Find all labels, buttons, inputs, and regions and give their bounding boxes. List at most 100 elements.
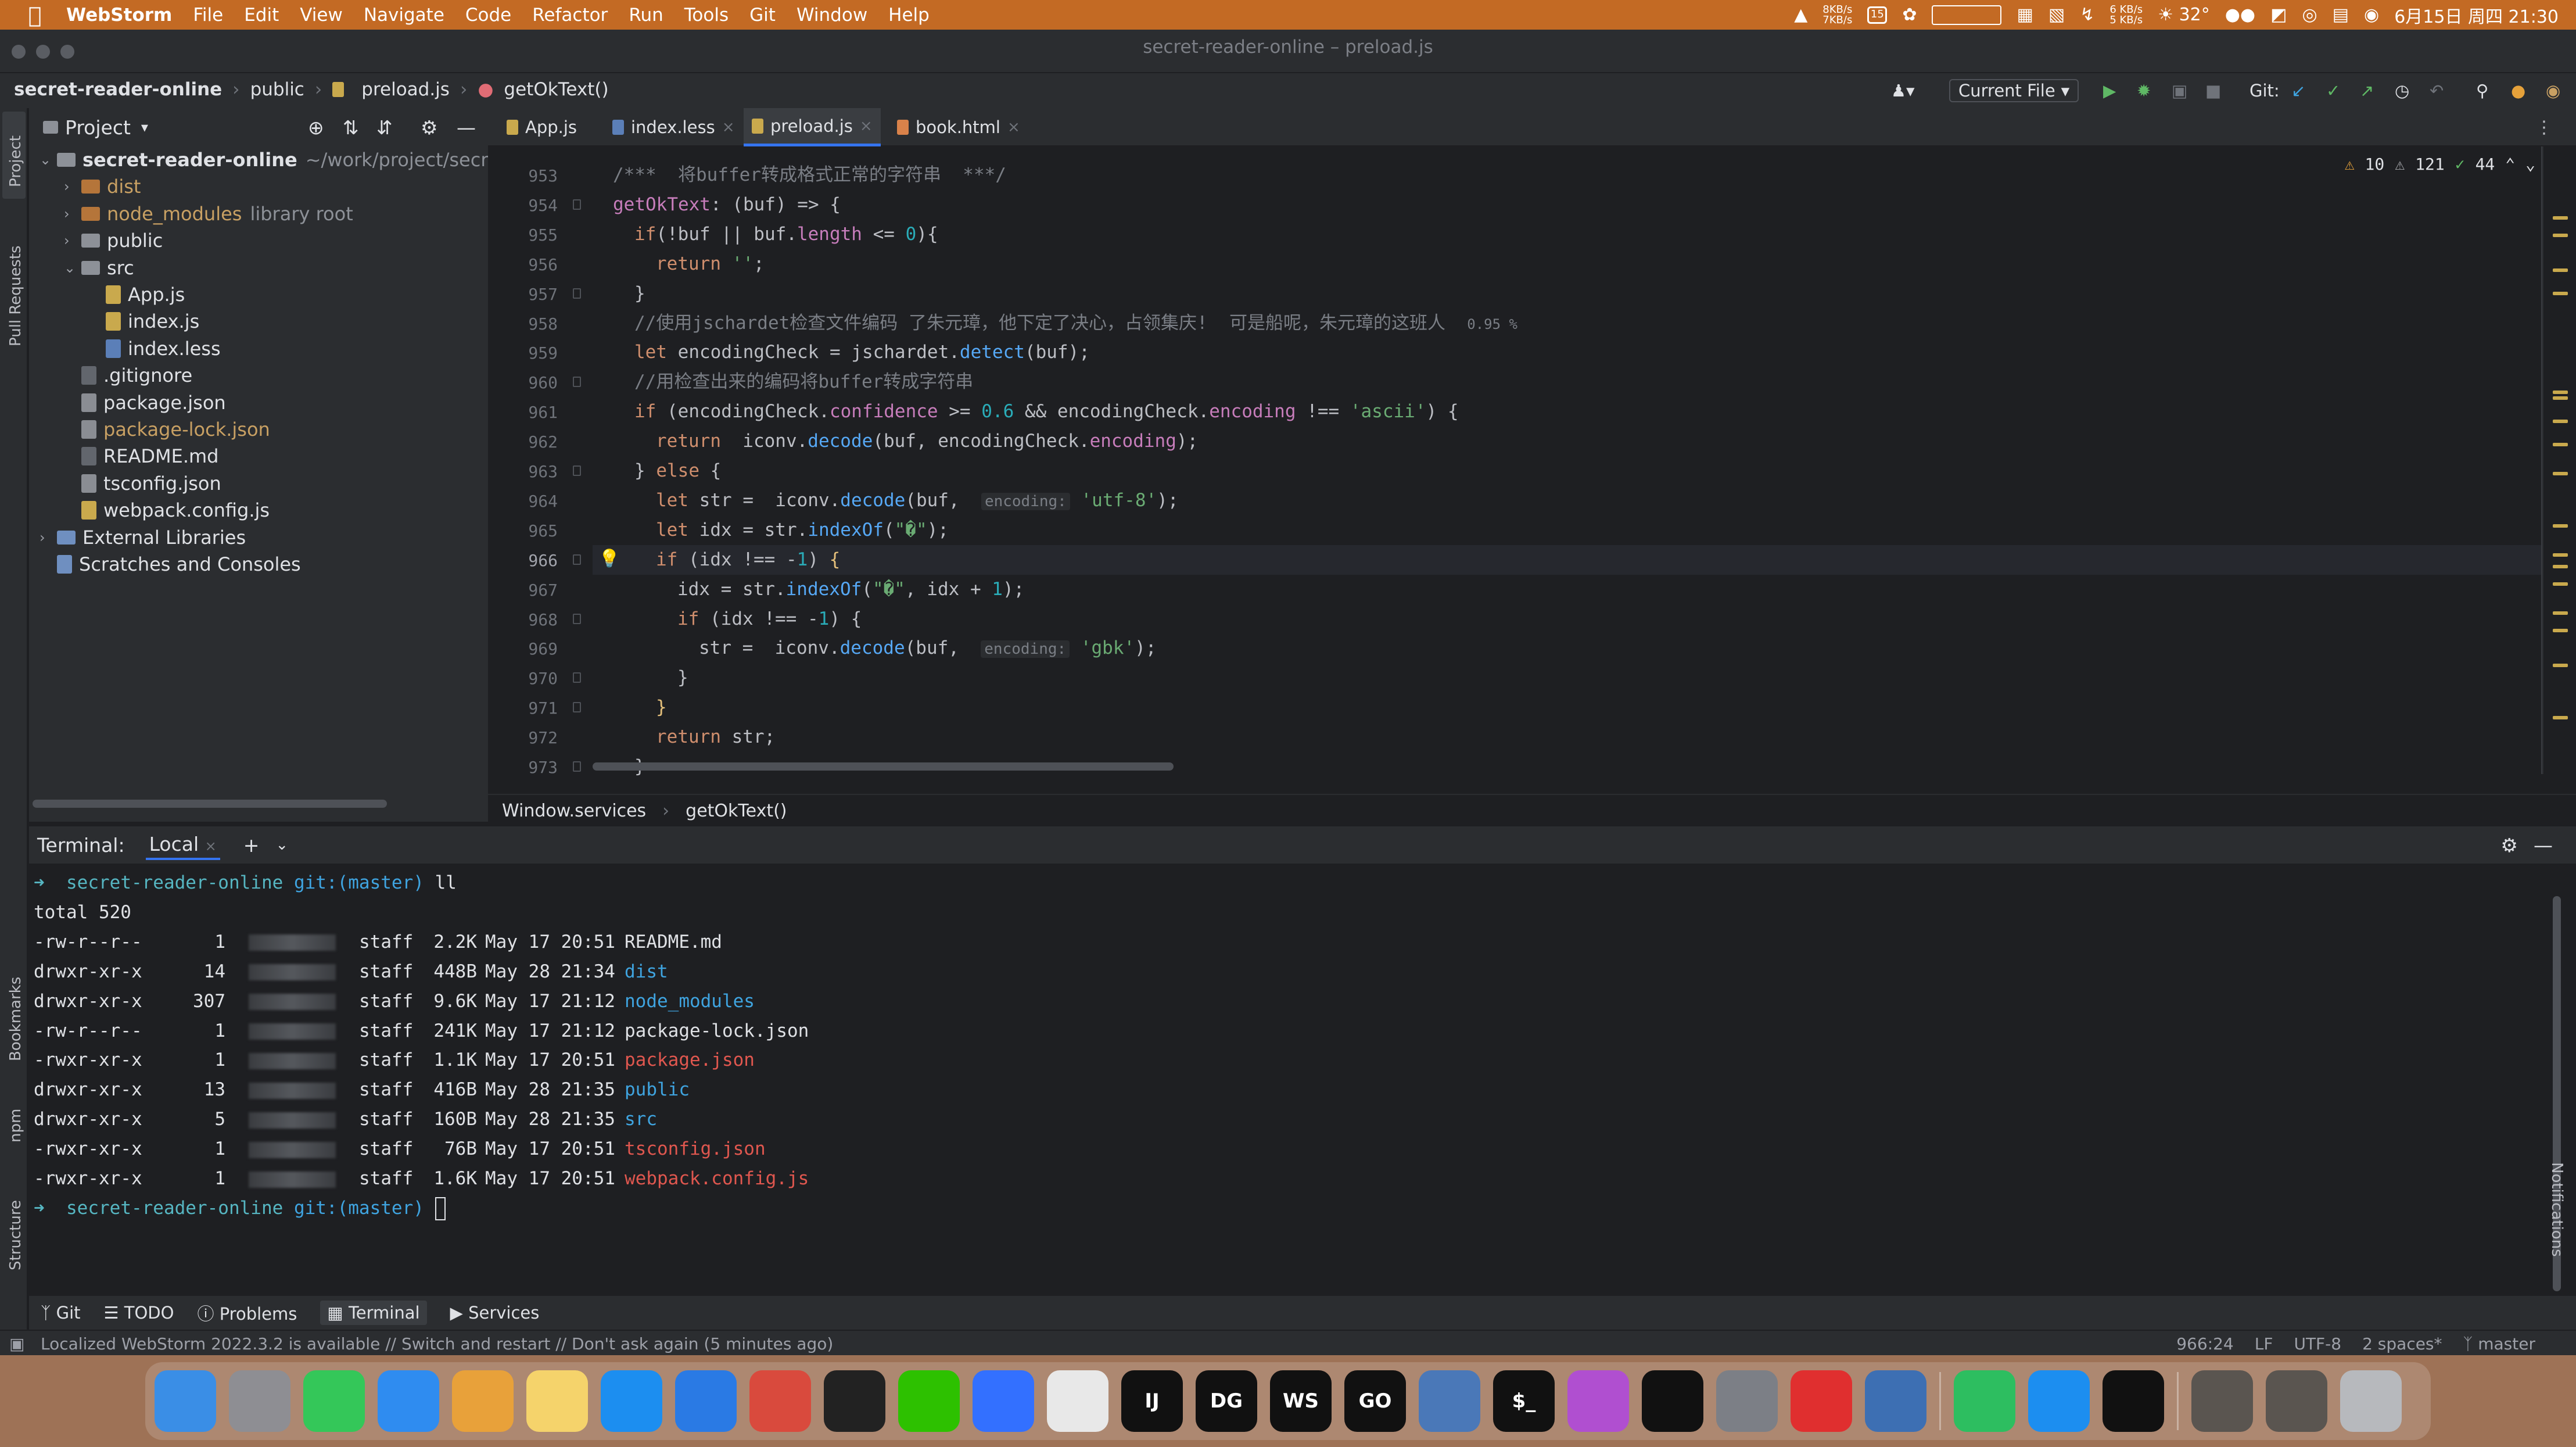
fold-marker-icon[interactable]	[573, 554, 581, 565]
warning-stripe-mark[interactable]	[2553, 611, 2568, 615]
warning-stripe-mark[interactable]	[2553, 524, 2568, 528]
line-separator[interactable]: LF	[2255, 1334, 2273, 1353]
daisy-icon[interactable]	[1567, 1370, 1629, 1432]
weather-temp[interactable]: ☀ 32°	[2158, 5, 2210, 25]
locate-icon[interactable]: ⊕	[308, 116, 324, 139]
activity-monitor-icon[interactable]	[1642, 1370, 1703, 1432]
tree-item[interactable]: index.js	[88, 308, 199, 335]
notes-icon[interactable]	[526, 1370, 588, 1432]
intention-bulb-icon[interactable]: 💡	[598, 549, 620, 569]
menu-git[interactable]: Git	[749, 5, 776, 26]
more-tabs-icon[interactable]: ⋮	[2535, 117, 2553, 138]
menu-refactor[interactable]: Refactor	[532, 5, 608, 26]
feather-icon[interactable]: ✿	[1902, 5, 1917, 25]
app-store-icon[interactable]	[601, 1370, 662, 1432]
fold-marker-icon[interactable]	[573, 377, 581, 388]
tree-item[interactable]: › public	[64, 227, 163, 254]
webstorm-icon[interactable]: WS	[1270, 1370, 1332, 1432]
tree-item[interactable]: ⌄ secret-reader-online ~/work/project/secr…	[40, 146, 521, 173]
fold-marker-icon[interactable]	[573, 288, 581, 299]
menu-run[interactable]: Run	[629, 5, 663, 26]
fold-marker-icon[interactable]	[573, 465, 581, 476]
git-commit-icon[interactable]: ✓	[2326, 79, 2340, 102]
fold-marker-icon[interactable]	[573, 702, 581, 713]
chrome-icon[interactable]	[749, 1370, 811, 1432]
chevron-down-icon[interactable]: ⌄	[2525, 155, 2535, 174]
breadcrumb-file[interactable]: preload.js	[361, 79, 450, 100]
warning-stripe-mark[interactable]	[2553, 582, 2568, 586]
glasses-icon[interactable]: ●●	[2225, 5, 2255, 25]
project-tool-button[interactable]: Project	[2, 112, 26, 199]
intellij-icon[interactable]: IJ	[1121, 1370, 1183, 1432]
qq-icon[interactable]	[824, 1370, 885, 1432]
editor-breadcrumb-item[interactable]: Window.services	[502, 801, 646, 821]
git-branch-widget[interactable]: ᛉ master	[2463, 1334, 2535, 1353]
cat-icon[interactable]: ▲	[1794, 5, 1807, 25]
net-speed-1[interactable]: 8KB/s 7KB/s	[1822, 4, 1852, 26]
warning-stripe-mark[interactable]	[2553, 234, 2568, 237]
add-terminal-icon[interactable]: +	[243, 834, 260, 857]
toggle-panels-icon[interactable]: ▣	[9, 1334, 24, 1353]
tree-item[interactable]: README.md	[64, 443, 218, 470]
project-panel-title[interactable]: Project	[65, 116, 131, 139]
downloads-stack-icon[interactable]	[2266, 1370, 2327, 1432]
tab-book-html[interactable]: book.html ×	[889, 108, 1028, 146]
coverage-icon[interactable]: ▣	[2172, 79, 2187, 102]
error-stripe[interactable]	[2542, 146, 2576, 774]
status-message[interactable]: Localized WebStorm 2022.3.2 is available…	[41, 1334, 833, 1353]
menu-tools[interactable]: Tools	[684, 5, 729, 26]
memory-icon[interactable]: ▦	[2017, 5, 2033, 25]
warning-stripe-mark[interactable]	[2553, 268, 2568, 272]
chevron-down-icon[interactable]: ⌄	[40, 152, 57, 168]
debug-icon[interactable]: ✹	[2137, 79, 2151, 102]
pull-requests-tool-button[interactable]: Pull Requests	[2, 224, 26, 352]
tux-icon[interactable]	[2103, 1370, 2164, 1432]
stack-icon[interactable]	[1419, 1370, 1480, 1432]
git-rollback-icon[interactable]: ↶	[2430, 79, 2444, 102]
feishu-icon[interactable]	[973, 1370, 1034, 1432]
tool-tab-problems[interactable]: ⓘ Problems	[197, 1301, 297, 1325]
menu-view[interactable]: View	[300, 5, 343, 26]
run-icon[interactable]: ▶	[2103, 79, 2116, 102]
menu-navigate[interactable]: Navigate	[364, 5, 444, 26]
folder-stack-icon[interactable]	[2191, 1370, 2253, 1432]
mail-icon[interactable]	[378, 1370, 439, 1432]
git-history-icon[interactable]: ◷	[2395, 79, 2409, 102]
inspection-widget[interactable]: ⚠ 10 ⚠ 121 ✓ 44 ⌃ ⌄	[2345, 155, 2535, 174]
tree-item[interactable]: › dist	[64, 173, 141, 200]
warning-stripe-mark[interactable]	[2553, 216, 2568, 220]
warning-stripe-mark[interactable]	[2553, 629, 2568, 632]
menu-file[interactable]: File	[193, 5, 223, 26]
menu-help[interactable]: Help	[888, 5, 930, 26]
gear-icon[interactable]: ⚙	[2500, 834, 2518, 857]
file-encoding[interactable]: UTF-8	[2294, 1334, 2341, 1353]
gear-icon[interactable]: ⚙	[421, 116, 438, 139]
expand-all-icon[interactable]: ⇅	[343, 116, 359, 139]
control-center-icon[interactable]: ▤	[2333, 5, 2349, 25]
tree-item[interactable]: › node_modules library root	[64, 200, 353, 227]
run-config-selector[interactable]: Current File ▾	[1949, 79, 2079, 102]
tree-item[interactable]: › External Libraries	[40, 524, 246, 551]
warning-stripe-mark[interactable]	[2553, 292, 2568, 295]
caret-position[interactable]: 966:24	[2176, 1334, 2234, 1353]
bolt-icon[interactable]: ↯	[2080, 5, 2094, 25]
chevron-up-icon[interactable]: ⌃	[2505, 155, 2515, 174]
tree-item[interactable]: webpack.config.js	[64, 497, 270, 524]
terminal-tab-local[interactable]: Local ×	[145, 830, 220, 860]
tree-item[interactable]: App.js	[88, 281, 185, 308]
warning-stripe-mark[interactable]	[2553, 565, 2568, 568]
evernote-icon[interactable]	[1954, 1370, 2015, 1432]
trash-icon[interactable]	[2340, 1370, 2402, 1432]
terminal-output[interactable]: ➜ secret-reader-online git:(master) ll to…	[29, 864, 2576, 1294]
close-icon[interactable]: ×	[1007, 119, 1020, 136]
chevron-right-icon[interactable]: ›	[64, 206, 81, 222]
calendar-icon[interactable]: 15	[1867, 6, 1888, 24]
warning-stripe-mark[interactable]	[2553, 472, 2568, 475]
tab-index-less[interactable]: index.less ×	[604, 108, 742, 146]
stop-icon[interactable]: ■	[2205, 79, 2221, 102]
launchpad-icon[interactable]	[229, 1370, 290, 1432]
finder-icon[interactable]	[155, 1370, 216, 1432]
tree-item[interactable]: index.less	[88, 335, 221, 362]
photos-icon[interactable]	[452, 1370, 514, 1432]
clock-text[interactable]: 6月15日 周四 21:30	[2394, 2, 2559, 28]
